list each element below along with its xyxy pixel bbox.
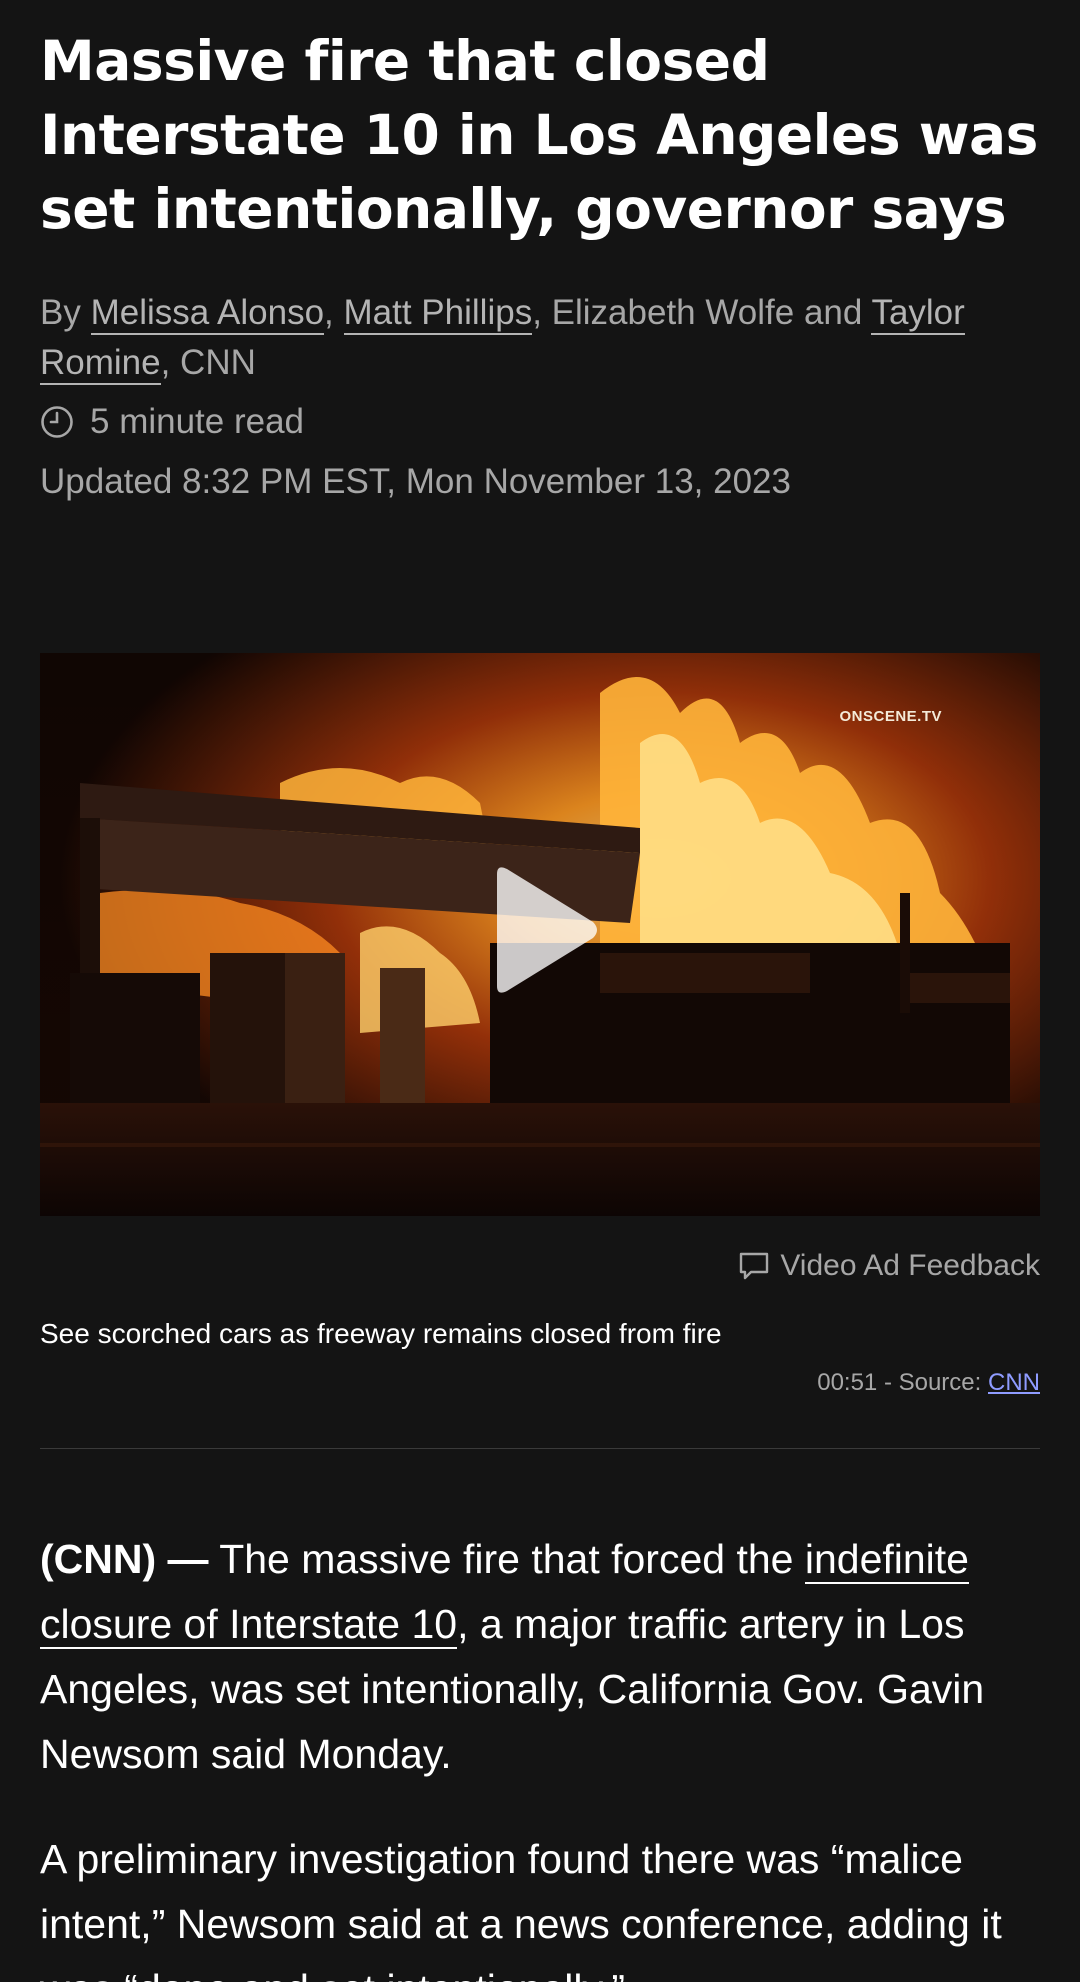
article-header: Massive fire that closed Interstate 10 i… [40,0,1040,504]
updated-timestamp: Updated 8:32 PM EST, Mon November 13, 20… [40,462,791,501]
byline-separator: , [324,293,334,332]
play-icon[interactable] [485,860,605,1000]
article-body: (CNN) — The massive fire that forced the… [40,1527,1050,1982]
headline: Massive fire that closed Interstate 10 i… [40,29,1038,241]
author-link-melissa-alonso[interactable]: Melissa Alonso [90,293,325,335]
byline-suffix: , CNN [160,343,256,382]
dateline: (CNN) — [40,1536,209,1582]
paragraph: A preliminary investigation found there … [40,1836,1002,1982]
paragraph-text: The massive fire that forced the [219,1536,794,1582]
video-duration-source: 00:51 - Source: [817,1369,982,1396]
video-source: 00:51 - Source: CNN [817,1367,1040,1399]
clock-icon [41,406,73,438]
paragraph: (CNN) — The massive fire that forced the… [40,1527,1050,1787]
source-link[interactable]: CNN [988,1369,1040,1396]
byline-separator: , [532,293,542,332]
chat-bubble-icon [740,1252,769,1280]
section-divider [40,1448,1040,1449]
video-watermark: ONSCENE.TV [839,708,942,725]
byline: By Melissa Alonso, Matt Phillips, Elizab… [40,288,1040,388]
video-player[interactable]: ONSCENE.TV [40,653,1040,1216]
read-time-label: 5 minute read [90,402,305,441]
author-link-matt-phillips[interactable]: Matt Phillips [343,293,533,335]
byline-prefix: By [40,293,81,332]
author-elizabeth-wolfe: Elizabeth Wolfe [551,293,795,332]
byline-and: and [803,293,863,332]
video-ad-feedback-label: Video Ad Feedback [780,1249,1040,1282]
read-time: 5 minute read [40,400,1040,444]
video-caption: See scorched cars as freeway remains clo… [40,1318,722,1349]
video-ad-feedback-button[interactable]: Video Ad Feedback [738,1246,1040,1286]
article-page: Massive fire that closed Interstate 10 i… [0,0,1080,1982]
